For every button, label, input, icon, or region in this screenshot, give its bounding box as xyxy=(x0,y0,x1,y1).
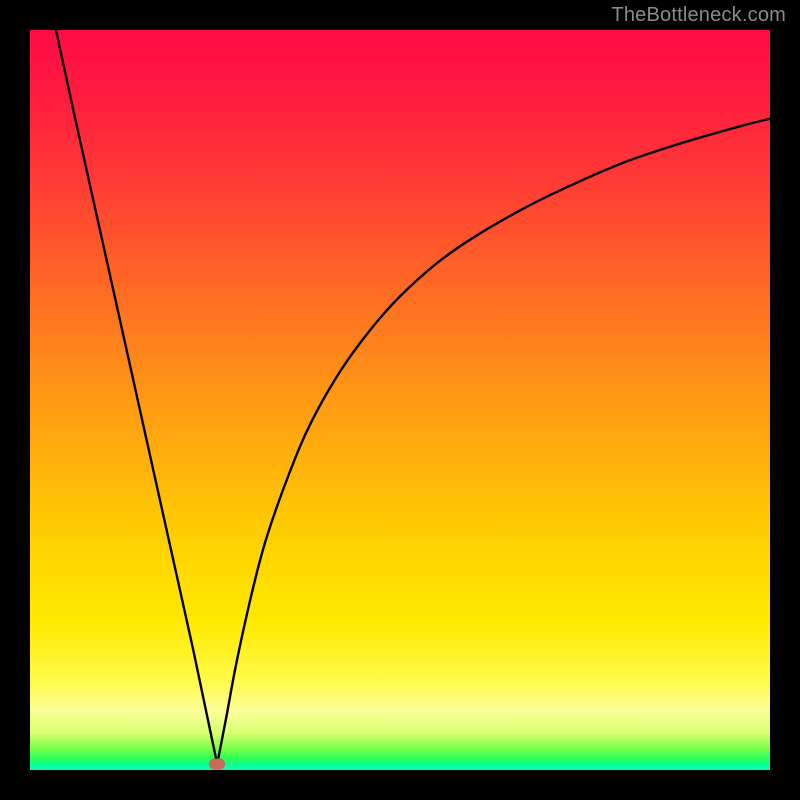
plot-area xyxy=(30,30,770,770)
minimum-marker xyxy=(209,759,225,770)
watermark-text: TheBottleneck.com xyxy=(611,4,786,27)
chart-frame: TheBottleneck.com xyxy=(0,0,800,800)
background-gradient xyxy=(30,30,770,770)
